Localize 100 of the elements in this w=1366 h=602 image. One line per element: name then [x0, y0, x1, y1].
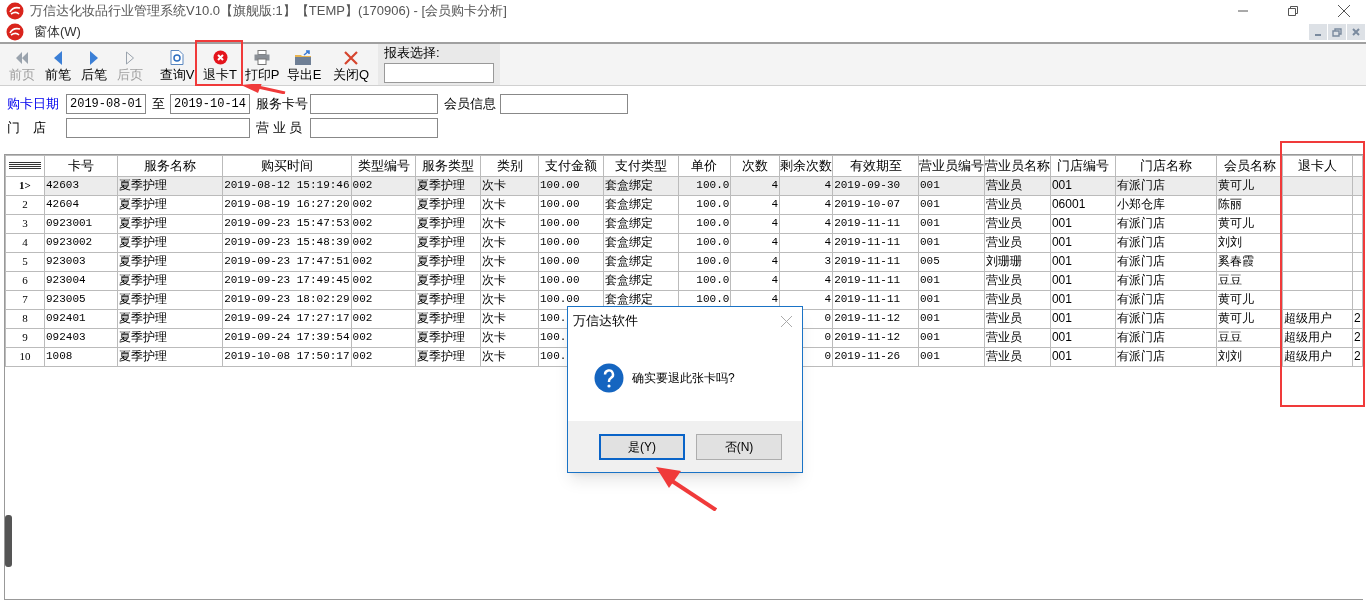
table-cell: 002: [352, 179, 373, 191]
column-header[interactable]: 门店名称: [1115, 155, 1217, 176]
restore-icon[interactable]: [1288, 6, 1298, 16]
table-cell: 002: [352, 331, 373, 343]
column-header[interactable]: 卡号: [44, 155, 118, 176]
input-field[interactable]: [310, 117, 438, 138]
date-link[interactable]: 购卡日期: [7, 93, 66, 114]
table-cell: 100.0: [696, 217, 730, 229]
table-cell: 夏季护理: [118, 197, 167, 211]
table-cell: 次卡: [482, 330, 507, 344]
table-cell: 100.00: [539, 198, 580, 210]
column-header[interactable]: 支付金额: [538, 155, 604, 176]
field-label: 门 店: [7, 118, 47, 137]
toolbar-button[interactable]: 前笔: [40, 44, 76, 85]
folder-arrow-icon: [295, 50, 313, 65]
column-header[interactable]: 服务类型: [415, 155, 481, 176]
table-cell: 100.00: [539, 179, 580, 191]
table-cell: 黄可儿: [1218, 292, 1255, 306]
table-cell: 夏季护理: [417, 311, 466, 325]
table-cell: 次卡: [482, 178, 507, 192]
table-cell: 100.00: [539, 274, 580, 286]
table-cell: 4: [824, 198, 832, 210]
table-cell: 4: [824, 274, 832, 286]
table-cell: 100.0: [696, 255, 730, 267]
table-cell: 092403: [46, 331, 86, 343]
column-header[interactable]: 门店编号: [1050, 155, 1116, 176]
table-cell: 2019-09-23 17:47:51: [224, 255, 350, 267]
column-header[interactable]: 退卡人: [1282, 155, 1353, 176]
table-cell: 夏季护理: [118, 273, 167, 287]
toolbar-button[interactable]: 退卡T: [198, 44, 242, 85]
column-header[interactable]: 会员名称: [1216, 155, 1283, 176]
table-cell: 营业员: [985, 349, 1022, 363]
table-cell: 002: [352, 350, 373, 362]
close-icon[interactable]: [1338, 5, 1350, 17]
minimize-icon[interactable]: [1309, 24, 1327, 40]
dialog-button[interactable]: 是(Y): [599, 433, 685, 460]
input-field[interactable]: [500, 93, 628, 114]
scrollbar-thumb[interactable]: [5, 515, 12, 567]
column-header[interactable]: 营业员编号: [918, 155, 985, 176]
table-cell: 001: [919, 274, 940, 286]
table-cell: 001: [919, 179, 940, 191]
table-cell: 2: [1353, 349, 1361, 363]
table-cell: 2019-09-23 18:02:29: [224, 293, 350, 305]
input-field[interactable]: [310, 93, 438, 114]
table-cell: 001: [919, 198, 940, 210]
input-field[interactable]: [66, 117, 250, 138]
column-header[interactable]: 营业员名称: [984, 155, 1051, 176]
table-cell: 有派门店: [1116, 254, 1165, 268]
table-cell: 2019-09-24 17:39:54: [224, 331, 350, 343]
table-cell: 4: [771, 293, 779, 305]
table-cell: 2019-11-11: [834, 293, 901, 305]
table-cell: 次卡: [482, 349, 507, 363]
range-label: 至: [150, 94, 166, 113]
input-field[interactable]: 2019-08-01: [66, 93, 146, 114]
field-label: 营 业 员: [255, 118, 304, 137]
column-header[interactable]: 单价: [678, 155, 731, 176]
report-select-label: 报表选择:: [384, 46, 441, 60]
table-cell: 2019-09-24 17:27:17: [224, 312, 350, 324]
table-cell: 超级用户: [1284, 330, 1333, 344]
column-header[interactable]: 购买时间: [222, 155, 352, 176]
table-cell: 2019-09-23 15:47:53: [224, 217, 350, 229]
table-cell: 套盒绑定: [604, 178, 653, 192]
toolbar-button[interactable]: 关闭Q: [330, 44, 372, 85]
column-header[interactable]: 次数: [730, 155, 780, 176]
column-header[interactable]: 类型编号: [351, 155, 416, 176]
table-cell: 001: [1051, 254, 1072, 268]
table-cell: 4: [824, 179, 832, 191]
table-cell: 小郑仓库: [1116, 197, 1165, 211]
column-header[interactable]: 有效期至: [832, 155, 919, 176]
table-cell: 黄可儿: [1218, 311, 1255, 325]
input-field[interactable]: 2019-10-14: [170, 93, 250, 114]
select-all-icon[interactable]: [9, 162, 41, 170]
toolbar-button[interactable]: 打印P: [242, 44, 282, 85]
dialog-button[interactable]: 否(N): [696, 433, 782, 460]
column-header[interactable]: 剩余次数: [779, 155, 833, 176]
toolbar-button[interactable]: 导出E: [282, 44, 326, 85]
table-cell: 001: [919, 217, 940, 229]
column-header[interactable]: 支付类型: [603, 155, 679, 176]
menu-item[interactable]: 窗体(W): [32, 22, 83, 42]
table-cell: 次卡: [482, 216, 507, 230]
table-cell: 夏季护理: [118, 330, 167, 344]
double-left-arrow-icon: [15, 51, 29, 65]
table-cell: 营业员: [985, 216, 1022, 230]
toolbar-button[interactable]: 后笔: [76, 44, 112, 85]
table-cell: 营业员: [985, 273, 1022, 287]
table-cell: 002: [352, 255, 373, 267]
column-header[interactable]: 服务名称: [117, 155, 223, 176]
table-cell: 有派门店: [1116, 273, 1165, 287]
column-header[interactable]: 类别: [480, 155, 539, 176]
app-logo-icon: [6, 23, 24, 41]
table-cell: 001: [1051, 235, 1072, 249]
report-select-field[interactable]: [384, 63, 494, 83]
table-cell: 营业员: [985, 311, 1022, 325]
table-cell: 陈丽: [1218, 197, 1243, 211]
table-cell: 3: [824, 255, 832, 267]
table-cell: 刘刘: [1218, 235, 1243, 249]
table-cell: 4: [771, 217, 779, 229]
table-cell: 黄可儿: [1218, 216, 1255, 230]
right-arrow-icon: [89, 51, 99, 65]
toolbar-button[interactable]: 查询V: [156, 44, 198, 85]
